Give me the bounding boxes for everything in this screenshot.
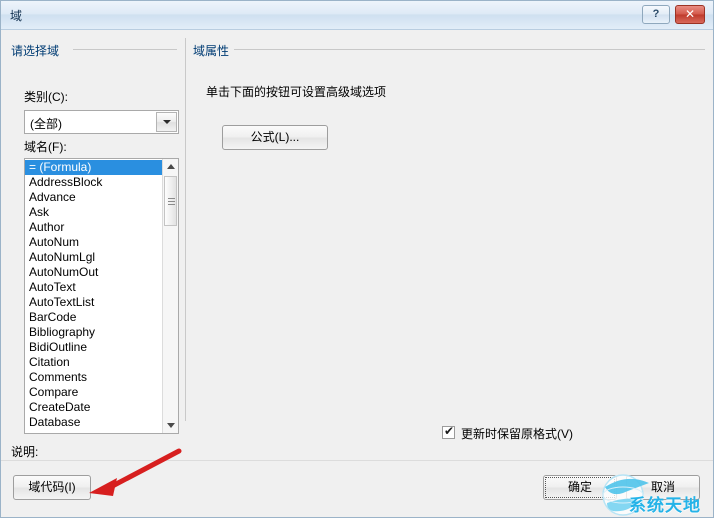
category-combobox[interactable]: (全部) [24, 110, 179, 134]
ok-button[interactable]: 确定 [543, 475, 617, 500]
list-item[interactable]: Author [25, 220, 164, 235]
list-item[interactable]: Ask [25, 205, 164, 220]
description-label: 说明: [11, 445, 39, 459]
category-label: 类别(C): [24, 90, 68, 104]
category-selected-value: (全部) [30, 117, 62, 131]
right-group-title: 域属性 [193, 42, 235, 59]
check-icon: ✔ [444, 424, 455, 438]
list-item[interactable]: = (Formula) [25, 160, 164, 175]
preserve-formatting-label: 更新时保留原格式(V) [461, 427, 573, 441]
list-item[interactable]: BidiOutline [25, 340, 164, 355]
list-item[interactable]: AutoNumLgl [25, 250, 164, 265]
list-item[interactable]: Citation [25, 355, 164, 370]
scrollbar-grip-icon [168, 198, 175, 205]
list-item[interactable]: Compare [25, 385, 164, 400]
dialog-body: 请选择域 域属性 类别(C): (全部) 域名(F): = (Formula) A… [1, 30, 713, 480]
list-item[interactable]: CreateDate [25, 400, 164, 415]
field-dialog: 域 ? ✕ 请选择域 域属性 类别(C): (全部) 域名(F): = (For… [0, 0, 714, 518]
field-code-button[interactable]: 域代码(I) [13, 475, 91, 500]
left-group-rule [73, 49, 177, 50]
formula-button[interactable]: 公式(L)... [222, 125, 328, 150]
list-item[interactable]: AutoNumOut [25, 265, 164, 280]
triangle-up-glyph [166, 164, 175, 169]
scrollbar-thumb[interactable] [164, 176, 177, 226]
panel-divider [185, 38, 186, 421]
close-icon[interactable]: ✕ [675, 5, 705, 24]
list-item[interactable]: Advance [25, 190, 164, 205]
checkbox-box[interactable]: ✔ [442, 424, 455, 439]
triangle-down-glyph [166, 423, 175, 428]
list-item[interactable]: BarCode [25, 310, 164, 325]
list-item[interactable]: AddressBlock [25, 175, 164, 190]
scroll-down-icon[interactable] [163, 417, 178, 433]
fieldname-list-items: = (Formula) AddressBlock Advance Ask Author A… [25, 159, 164, 430]
list-item[interactable]: AutoTextList [25, 295, 164, 310]
window-title: 域 [10, 9, 23, 23]
title-bar: 域 ? ✕ [1, 1, 713, 30]
list-item[interactable]: Database [25, 415, 164, 430]
right-group-rule [231, 49, 705, 50]
list-item[interactable]: AutoNum [25, 235, 164, 250]
list-item[interactable]: Bibliography [25, 325, 164, 340]
listbox-scrollbar[interactable] [162, 159, 178, 433]
caret-down-glyph [162, 120, 171, 124]
list-item[interactable]: AutoText [25, 280, 164, 295]
fieldname-listbox[interactable]: = (Formula) AddressBlock Advance Ask Author A… [24, 158, 179, 434]
chevron-down-icon[interactable] [156, 112, 177, 132]
left-group-title: 请选择域 [11, 42, 65, 59]
cancel-button[interactable]: 取消 [626, 475, 700, 500]
list-item[interactable]: Comments [25, 370, 164, 385]
fieldname-label: 域名(F): [24, 140, 67, 154]
field-properties-hint: 单击下面的按钮可设置高级域选项 [206, 85, 387, 99]
help-icon[interactable]: ? [642, 5, 670, 24]
scroll-up-icon[interactable] [163, 159, 178, 175]
